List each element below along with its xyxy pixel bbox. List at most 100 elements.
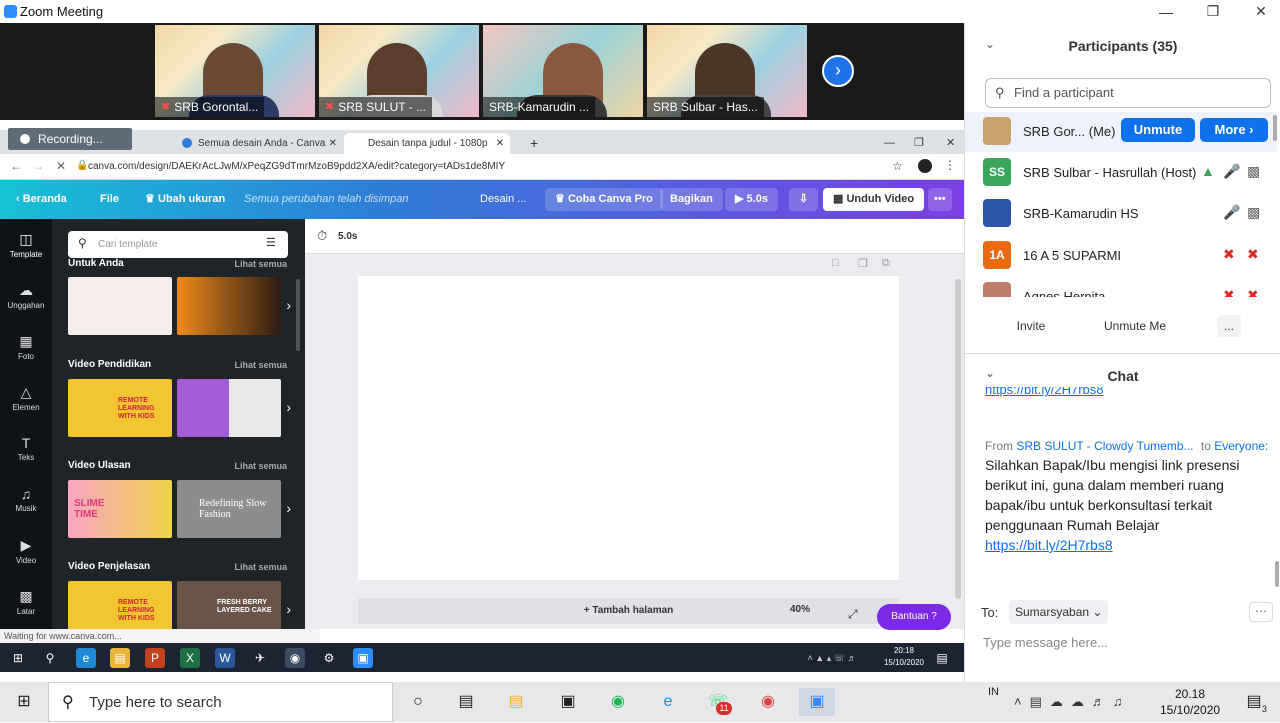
- template-thumbnail[interactable]: [177, 277, 281, 335]
- add-page-icon[interactable]: ⧉: [882, 257, 890, 270]
- chevron-right-icon[interactable]: ›: [286, 399, 291, 415]
- close-tab-icon[interactable]: ✕: [496, 133, 504, 154]
- system-tray-icons[interactable]: ˄▤☁☁♬♫: [1014, 694, 1131, 710]
- more-options-button[interactable]: ...: [1217, 315, 1241, 337]
- muted-mic-icon[interactable]: ✖: [1223, 287, 1235, 297]
- browser-tab[interactable]: Semua desain Anda - Canva ✕: [178, 133, 343, 154]
- camera-icon[interactable]: ▩: [1247, 204, 1260, 221]
- template-search-input[interactable]: Cari template: [68, 231, 288, 258]
- share-button[interactable]: Bagikan: [660, 188, 723, 211]
- notification-icon[interactable]: ▤: [932, 648, 952, 668]
- participant-row[interactable]: 1A 16 A 5 SUPARMI ✖ ✖: [983, 236, 1273, 276]
- edge-icon[interactable]: e: [76, 648, 96, 668]
- bookmark-star-icon[interactable]: ☆: [892, 159, 903, 173]
- chat-message-input[interactable]: Type message here...: [981, 631, 1277, 655]
- video-tile[interactable]: ✖ SRB SULUT - ...: [319, 25, 479, 117]
- duplicate-page-icon[interactable]: ❐: [858, 257, 868, 270]
- minimize-button[interactable]: —: [1143, 0, 1189, 23]
- clock[interactable]: 20.18 15/10/2020: [1160, 686, 1220, 718]
- browser-tab-active[interactable]: Desain tanpa judul - 1080p ✕: [344, 133, 510, 154]
- video-tile[interactable]: SRB-Kamarudin ...: [483, 25, 643, 117]
- restore-button[interactable]: ❐: [1190, 0, 1236, 23]
- next-videos-button[interactable]: ›: [822, 55, 854, 87]
- close-tab-icon[interactable]: ✕: [329, 133, 337, 154]
- file-explorer-icon[interactable]: ▤: [110, 648, 130, 668]
- chrome-icon[interactable]: ◉: [285, 648, 305, 668]
- mic-icon[interactable]: 🎤: [1223, 163, 1240, 180]
- help-button[interactable]: Bantuan ?: [877, 604, 951, 630]
- back-icon[interactable]: ←: [10, 159, 22, 173]
- excel-icon[interactable]: X: [180, 648, 200, 668]
- template-thumbnail[interactable]: REMOTE LEARNING WITH KIDS: [68, 379, 172, 437]
- windows-start-icon[interactable]: ⊞: [6, 688, 42, 716]
- chat-more-icon[interactable]: ⋯: [1249, 602, 1273, 622]
- home-button[interactable]: ‹ Beranda: [16, 180, 67, 219]
- play-button[interactable]: ▶ 5.0s: [725, 188, 778, 211]
- chevron-right-icon[interactable]: ›: [286, 500, 291, 516]
- muted-mic-icon[interactable]: ✖: [1223, 246, 1235, 263]
- recipient-select[interactable]: Sumarsyaban ⌄: [1009, 600, 1109, 624]
- mic-icon[interactable]: 🎤: [1223, 204, 1240, 221]
- rail-uploads[interactable]: ☁ Unggahan: [0, 282, 52, 310]
- file-menu[interactable]: File: [100, 180, 119, 219]
- panel-scrollbar[interactable]: [296, 279, 300, 351]
- settings-icon[interactable]: ⚙: [319, 648, 339, 668]
- camera-off-icon[interactable]: ✖: [1247, 246, 1259, 263]
- try-pro-button[interactable]: ♛ Coba Canva Pro: [545, 188, 663, 211]
- rail-text[interactable]: T Teks: [0, 435, 52, 462]
- participant-row[interactable]: Agnes Hernita ✖ ✖: [983, 277, 1273, 297]
- rail-photos[interactable]: ▦ Foto: [0, 333, 52, 361]
- close-button[interactable]: ✕: [1238, 0, 1280, 23]
- task-view-icon[interactable]: ▤: [448, 688, 484, 716]
- more-options-button[interactable]: •••: [928, 188, 952, 211]
- design-page[interactable]: [358, 276, 899, 580]
- rail-background[interactable]: ▩ Latar: [0, 588, 52, 616]
- more-button[interactable]: More ›: [1200, 118, 1268, 142]
- unmute-me-button[interactable]: Unmute Me: [1099, 315, 1171, 337]
- rail-template[interactable]: ◫ Template: [0, 231, 52, 259]
- see-all-link[interactable]: Lihat semua: [234, 360, 287, 370]
- notes-icon[interactable]: □: [832, 257, 839, 269]
- profile-avatar[interactable]: [918, 159, 932, 173]
- url-field[interactable]: canva.com/design/DAEKrAcLJwM/xPeqZG9dTmr…: [88, 158, 868, 176]
- recording-indicator[interactable]: Recording...: [8, 128, 132, 150]
- new-tab-button[interactable]: +: [516, 133, 538, 154]
- file-explorer-icon[interactable]: ▤: [498, 688, 534, 716]
- chevron-right-icon[interactable]: ›: [286, 601, 291, 617]
- template-thumbnail[interactable]: [177, 379, 281, 437]
- template-thumbnail[interactable]: Redefining Slow Fashion: [177, 480, 281, 538]
- template-thumbnail[interactable]: [68, 277, 172, 335]
- browser-minimize-button[interactable]: —: [870, 133, 895, 154]
- video-tile[interactable]: ✖ SRB Gorontal...: [155, 25, 315, 117]
- template-thumbnail[interactable]: SLIME TIME: [68, 480, 172, 538]
- invite-button[interactable]: Invite: [1011, 315, 1051, 337]
- forward-icon[interactable]: →: [32, 159, 44, 173]
- see-all-link[interactable]: Lihat semua: [234, 562, 287, 572]
- rail-music[interactable]: ♫ Musik: [0, 486, 52, 513]
- participants-scrollbar[interactable]: [1273, 115, 1277, 141]
- qr-app-icon[interactable]: ▣: [550, 688, 586, 716]
- duration-value[interactable]: 5.0s: [338, 231, 357, 242]
- chrome-icon[interactable]: ◉: [750, 688, 786, 716]
- chat-link-partial[interactable]: https://bit.ly/2H7rbs8: [985, 387, 1267, 397]
- input-language[interactable]: IN: [988, 686, 999, 698]
- zoom-level[interactable]: 40%: [790, 604, 810, 615]
- cortana-icon[interactable]: ○: [400, 688, 436, 716]
- stop-loading-icon[interactable]: ✕: [56, 159, 66, 173]
- download-video-button[interactable]: ▩ Unduh Video: [823, 188, 925, 211]
- word-icon[interactable]: W: [215, 648, 235, 668]
- powerpoint-icon[interactable]: P: [145, 648, 165, 668]
- participant-row[interactable]: SRB-Kamarudin HS 🎤 ▩: [983, 194, 1273, 234]
- rail-elements[interactable]: △ Elemen: [0, 384, 52, 412]
- browser-menu-icon[interactable]: ⋮: [944, 158, 956, 172]
- find-participant-input[interactable]: Find a participant: [985, 78, 1271, 108]
- template-thumbnail[interactable]: FRESH BERRY LAYERED CAKE: [177, 581, 281, 629]
- filter-icon[interactable]: ☰: [266, 236, 276, 249]
- see-all-link[interactable]: Lihat semua: [234, 259, 287, 269]
- system-tray-icons[interactable]: ˄ ▲ ▴ ☏ ♬: [792, 648, 872, 668]
- browser-close-button[interactable]: ✕: [932, 133, 955, 154]
- participant-row-me[interactable]: SRB Gor... (Me) Unmute More ›: [965, 112, 1277, 152]
- chevron-right-icon[interactable]: ›: [286, 297, 291, 313]
- edge-icon[interactable]: e: [650, 688, 686, 716]
- chat-scrollbar[interactable]: [1275, 561, 1279, 587]
